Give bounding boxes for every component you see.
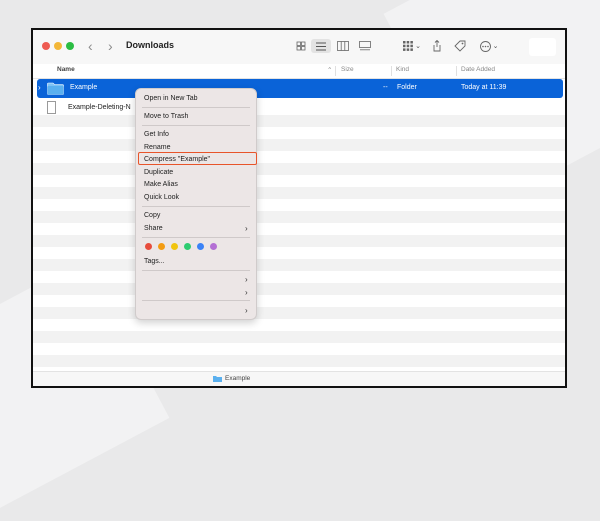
path-bar: Example xyxy=(33,371,565,386)
column-separator xyxy=(391,66,392,76)
menu-item-quick-look[interactable]: Quick Look xyxy=(144,194,179,201)
tag-color-green[interactable] xyxy=(184,243,191,250)
table-row[interactable]: › Example -- Folder Today at 11:39 xyxy=(37,79,563,98)
file-name: Example xyxy=(70,84,98,91)
menu-separator xyxy=(142,237,250,238)
tag-color-blue[interactable] xyxy=(197,243,204,250)
column-size-header[interactable]: Size xyxy=(341,66,354,73)
submenu-arrow-icon[interactable]: › xyxy=(245,288,248,297)
column-view-icon[interactable] xyxy=(336,39,350,53)
close-window-button[interactable] xyxy=(42,42,50,50)
document-icon xyxy=(47,101,56,114)
search-field[interactable] xyxy=(529,38,556,56)
menu-separator xyxy=(142,206,250,207)
menu-separator xyxy=(142,107,250,108)
submenu-arrow-icon[interactable]: › xyxy=(245,275,248,284)
menu-item-rename[interactable]: Rename xyxy=(144,144,170,151)
column-kind-header[interactable]: Kind xyxy=(396,66,409,73)
menu-item-copy[interactable]: Copy xyxy=(144,212,160,219)
gallery-view-icon[interactable] xyxy=(358,39,372,53)
empty-row xyxy=(33,163,565,175)
menu-item-open-in-new-tab[interactable]: Open in New Tab xyxy=(144,95,198,102)
empty-row xyxy=(33,187,565,199)
empty-row xyxy=(33,115,565,127)
column-date-header[interactable]: Date Added xyxy=(461,66,495,73)
menu-separator xyxy=(142,125,250,126)
menu-item-move-to-trash[interactable]: Move to Trash xyxy=(144,113,188,120)
share-icon[interactable] xyxy=(431,39,443,53)
column-name-header[interactable]: Name xyxy=(57,66,75,73)
file-kind: Folder xyxy=(397,84,417,91)
chevron-right-icon[interactable]: › xyxy=(108,38,113,54)
column-separator xyxy=(456,66,457,76)
menu-separator xyxy=(142,270,250,271)
submenu-arrow-icon: › xyxy=(245,224,248,233)
column-headers: Name ⌃ Size Kind Date Added xyxy=(33,64,565,79)
window-title: Downloads xyxy=(126,40,175,50)
menu-separator xyxy=(142,300,250,301)
empty-row xyxy=(33,211,565,223)
finder-window: ‹ › Downloads ⌄ ⌄ Name ⌃ Size Kind Date … xyxy=(31,28,567,388)
menu-item-share[interactable]: Share xyxy=(144,225,163,232)
menu-item-get-info[interactable]: Get Info xyxy=(144,131,169,138)
sort-chevron-icon[interactable]: ⌃ xyxy=(327,66,332,74)
list-view-icon[interactable] xyxy=(311,39,331,53)
submenu-arrow-icon[interactable]: › xyxy=(245,306,248,315)
file-size: -- xyxy=(383,84,388,91)
tag-color-orange[interactable] xyxy=(158,243,165,250)
context-menu: Open in New Tab Move to Trash Get Info R… xyxy=(135,88,257,320)
path-item[interactable]: Example xyxy=(225,375,250,382)
menu-item-duplicate[interactable]: Duplicate xyxy=(144,169,173,176)
folder-icon xyxy=(47,82,64,95)
column-separator xyxy=(335,66,336,76)
empty-row xyxy=(33,331,565,343)
chevron-left-icon[interactable]: ‹ xyxy=(88,38,93,54)
empty-row xyxy=(33,259,565,271)
menu-item-make-alias[interactable]: Make Alias xyxy=(144,181,178,188)
zoom-window-button[interactable] xyxy=(66,42,74,50)
disclosure-triangle-icon[interactable]: › xyxy=(38,83,41,92)
empty-row xyxy=(33,139,565,151)
tag-color-yellow[interactable] xyxy=(171,243,178,250)
folder-icon xyxy=(213,376,222,382)
menu-item-compress[interactable]: Compress "Example" xyxy=(144,156,210,163)
icon-grid-view-icon[interactable] xyxy=(295,39,307,53)
group-icon[interactable]: ⌄ xyxy=(401,39,423,53)
minimize-window-button[interactable] xyxy=(54,42,62,50)
tag-color-purple[interactable] xyxy=(210,243,217,250)
file-date: Today at 11:39 xyxy=(461,84,507,91)
empty-row xyxy=(33,355,565,367)
empty-row xyxy=(33,307,565,319)
more-icon[interactable]: ⌄ xyxy=(478,39,500,53)
tag-icon[interactable] xyxy=(453,39,466,53)
tag-color-red[interactable] xyxy=(145,243,152,250)
empty-row xyxy=(33,283,565,295)
file-name: Example-Deleting-N xyxy=(68,104,131,111)
empty-row xyxy=(33,235,565,247)
toolbar: ‹ › Downloads ⌄ ⌄ xyxy=(33,30,565,64)
menu-item-tags[interactable]: Tags... xyxy=(144,258,165,265)
